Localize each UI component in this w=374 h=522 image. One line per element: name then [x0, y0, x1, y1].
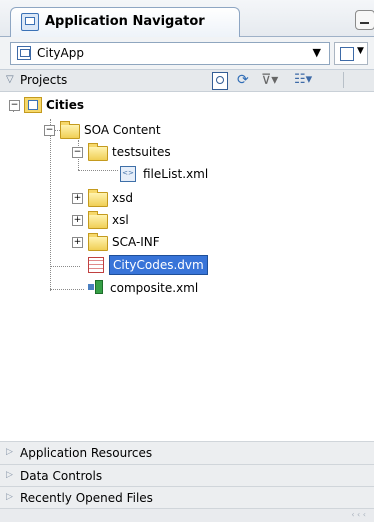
expand-icon[interactable]: +: [72, 237, 83, 248]
tree-label: testsuites: [112, 145, 171, 159]
collapse-icon[interactable]: −: [72, 147, 83, 158]
tree-label: xsd: [112, 191, 133, 205]
tree-node-filelist-xml[interactable]: <> fileList.xml: [0, 165, 230, 183]
accordion-label: Recently Opened Files: [20, 491, 153, 505]
accordion-label: Data Controls: [20, 469, 103, 483]
accordion-recently-opened-files[interactable]: ▷ Recently Opened Files: [0, 486, 374, 509]
collapse-triangle-icon[interactable]: ▽: [6, 74, 14, 85]
accordion-label: Application Resources: [20, 446, 153, 460]
layout-icon[interactable]: ☷▾: [294, 72, 324, 88]
folder-icon: [88, 189, 108, 207]
project-icon: [24, 97, 42, 113]
toolbar-separator: [343, 72, 344, 88]
tree-label: Cities: [46, 98, 85, 112]
folder-icon: [88, 233, 108, 251]
app-navigator-icon: [21, 13, 39, 31]
application-dropdown-value: CityApp: [37, 46, 84, 60]
panel-title: Application Navigator: [45, 14, 205, 29]
filter-icon[interactable]: ⊽▾: [261, 72, 283, 88]
chevron-down-icon: ▼: [312, 46, 321, 59]
expand-triangle-icon: ▷: [6, 492, 13, 502]
tree-node-xsl[interactable]: + xsl: [0, 211, 200, 229]
tree-label: fileList.xml: [143, 167, 209, 181]
tree-node-soa-content[interactable]: − SOA Content: [0, 121, 220, 139]
xml-file-icon: <>: [120, 166, 136, 182]
chevron-down-icon: ▼: [357, 46, 364, 56]
expand-triangle-icon: ▷: [6, 447, 13, 457]
minimize-button[interactable]: [355, 10, 374, 30]
panel-footer: ‹ ‹ ‹: [0, 508, 374, 522]
tree-label: SCA-INF: [112, 235, 160, 249]
expand-icon[interactable]: +: [72, 193, 83, 204]
folder-icon: [88, 211, 108, 229]
collapse-icon[interactable]: −: [44, 125, 55, 136]
tree-label: SOA Content: [84, 123, 161, 137]
resize-grip-icon[interactable]: ‹ ‹ ‹: [351, 510, 366, 519]
expand-triangle-icon: ▷: [6, 470, 13, 480]
application-selector-row: CityApp ▼ ▼: [0, 37, 374, 70]
folder-icon: [60, 121, 80, 139]
tree-node-testsuites[interactable]: − testsuites: [0, 143, 220, 161]
dvm-file-icon: [88, 257, 104, 273]
project-tree: − Cities − SOA Content − testsuites <> f…: [0, 92, 374, 412]
expand-icon[interactable]: +: [72, 215, 83, 226]
projects-label: Projects: [20, 73, 68, 87]
application-dropdown[interactable]: CityApp ▼: [10, 42, 330, 65]
application-icon: [17, 46, 31, 60]
collapse-icon[interactable]: −: [9, 100, 20, 111]
panel-titlebar: Application Navigator: [0, 0, 374, 37]
projects-panel-header[interactable]: ▽ Projects ⟳ ⊽▾ ☷▾: [0, 70, 374, 92]
tree-node-sca-inf[interactable]: + SCA-INF: [0, 233, 200, 251]
tree-node-composite-xml[interactable]: composite.xml: [0, 279, 230, 297]
search-icon[interactable]: [212, 72, 228, 90]
application-menu-icon: [340, 47, 354, 61]
sync-icon[interactable]: ⟳: [237, 72, 254, 88]
accordion-data-controls[interactable]: ▷ Data Controls: [0, 464, 374, 487]
tree-label: xsl: [112, 213, 129, 227]
tree-node-citycodes-dvm[interactable]: CityCodes.dvm: [0, 255, 230, 275]
application-navigator-tab[interactable]: Application Navigator: [10, 7, 240, 37]
application-menu-button[interactable]: ▼: [334, 42, 368, 65]
composite-icon: [88, 280, 104, 294]
tree-label-selected: CityCodes.dvm: [109, 255, 208, 275]
tree-node-cities[interactable]: − Cities: [0, 96, 200, 114]
accordion-application-resources[interactable]: ▷ Application Resources: [0, 441, 374, 464]
tree-node-xsd[interactable]: + xsd: [0, 189, 200, 207]
folder-icon: [88, 143, 108, 161]
tree-label: composite.xml: [110, 281, 199, 295]
